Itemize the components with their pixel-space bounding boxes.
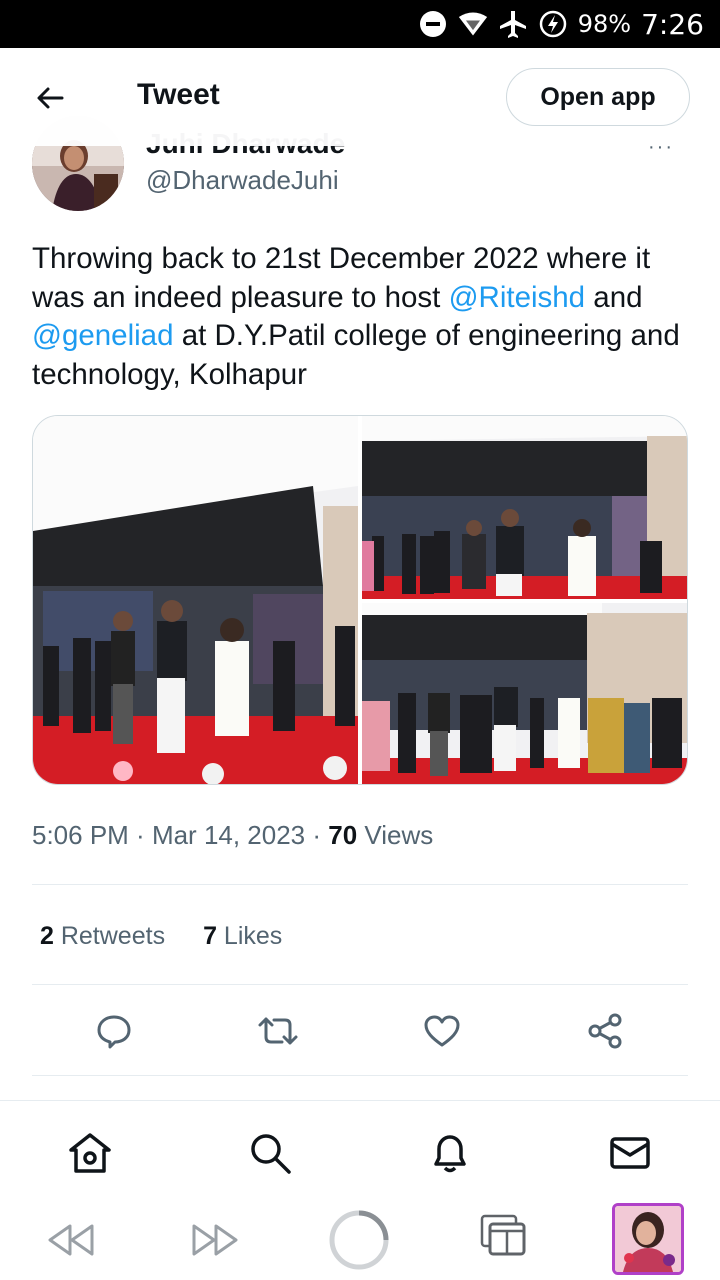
clock: 7:26 — [641, 7, 704, 41]
tweet-time: 5:06 PM — [32, 820, 129, 850]
views-count: 70 — [328, 820, 358, 850]
views-label: Views — [357, 820, 434, 850]
author-handle[interactable]: @DharwadeJuhi — [146, 165, 339, 196]
notifications-icon[interactable] — [426, 1129, 474, 1177]
battery-charging-icon — [538, 9, 568, 39]
like-icon[interactable] — [415, 1004, 469, 1058]
arrow-left-icon — [37, 87, 64, 109]
status-bar: 98% 7:26 — [0, 0, 720, 48]
browser-toolbar — [0, 1200, 720, 1280]
messages-icon[interactable] — [606, 1129, 654, 1177]
tweet-actions — [32, 1004, 688, 1058]
tabs-icon[interactable] — [478, 1212, 530, 1258]
tweet-photo[interactable] — [362, 603, 687, 784]
meta-separator: · — [305, 820, 329, 850]
home-icon[interactable] — [66, 1129, 114, 1177]
wifi-icon — [458, 9, 488, 39]
tweet-media-grid — [32, 415, 688, 785]
divider — [32, 1075, 688, 1076]
tweet-text-part: and — [585, 280, 643, 314]
profile-thumbnail[interactable] — [612, 1203, 684, 1275]
page-title: Tweet — [137, 78, 220, 111]
likes-label: Likes — [216, 922, 283, 950]
do-not-disturb-icon — [418, 9, 448, 39]
divider — [32, 984, 688, 985]
search-icon[interactable] — [246, 1129, 294, 1177]
tweet-photo[interactable] — [362, 416, 687, 599]
loading-icon[interactable] — [328, 1209, 390, 1271]
rewind-icon[interactable] — [44, 1218, 98, 1262]
likes-count: 7 — [203, 922, 217, 950]
mention-link[interactable]: @Riteishd — [449, 281, 586, 314]
likes-stat[interactable]: 7 Likes — [203, 922, 282, 951]
reply-icon[interactable] — [87, 1004, 141, 1058]
tweet-meta: 5:06 PM · Mar 14, 2023 · 70 Views — [32, 820, 433, 851]
tweet-date: Mar 14, 2023 — [151, 820, 306, 850]
fast-forward-icon[interactable] — [188, 1218, 242, 1262]
tweet-stats: 2 Retweets 7 Likes — [40, 922, 282, 951]
tweet-photo[interactable] — [33, 416, 358, 784]
tweet-text: Throwing back to 21st December 2022 wher… — [32, 240, 692, 394]
mention-link[interactable]: @geneliad — [32, 319, 174, 352]
share-icon[interactable] — [578, 1004, 632, 1058]
airplane-mode-icon — [498, 9, 528, 39]
retweets-stat[interactable]: 2 Retweets — [40, 922, 165, 951]
retweet-icon[interactable] — [251, 1004, 305, 1058]
open-app-button[interactable]: Open app — [506, 68, 690, 126]
battery-percent: 98% — [577, 10, 632, 38]
meta-separator: · — [128, 820, 152, 850]
back-button[interactable] — [30, 78, 70, 118]
divider — [32, 884, 688, 885]
retweets-count: 2 — [40, 922, 54, 950]
top-app-bar: Tweet Open app — [0, 48, 720, 146]
retweets-label: Retweets — [53, 922, 166, 950]
bottom-navigation — [0, 1100, 720, 1200]
